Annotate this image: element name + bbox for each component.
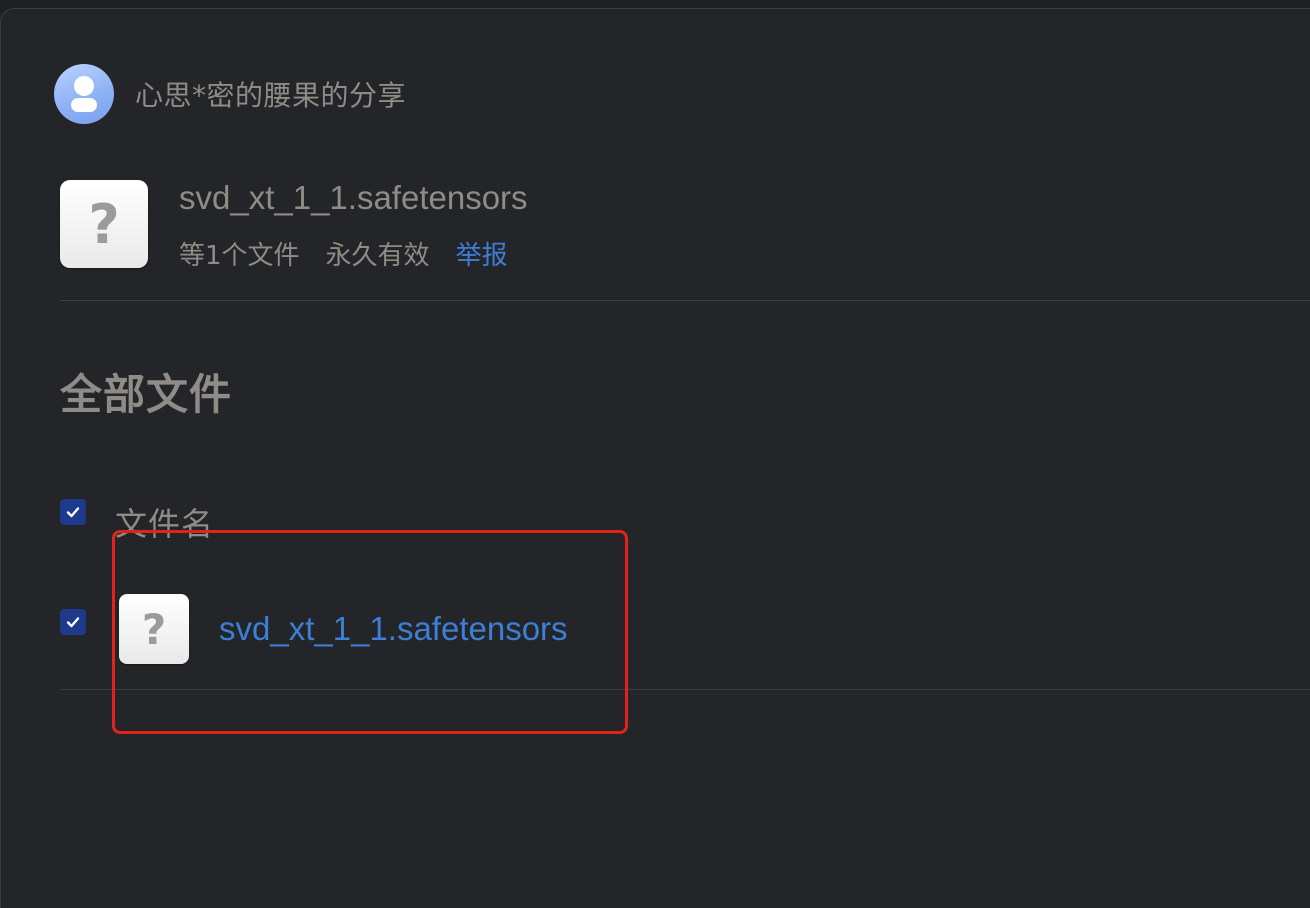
unknown-file-icon: ? bbox=[60, 180, 148, 268]
check-icon bbox=[66, 507, 80, 518]
sharer-name: 心思*密的腰果的分享 bbox=[135, 79, 407, 112]
select-all-checkbox[interactable] bbox=[60, 499, 86, 525]
user-avatar-icon[interactable] bbox=[54, 64, 114, 124]
row-checkbox[interactable] bbox=[60, 609, 86, 635]
divider bbox=[60, 300, 1310, 301]
report-link[interactable]: 举报 bbox=[456, 235, 508, 272]
share-meta: 等1个文件 永久有效 举报 bbox=[179, 235, 508, 272]
section-title: 全部文件 bbox=[60, 370, 233, 419]
validity-label: 永久有效 bbox=[325, 241, 430, 271]
file-count: 等1个文件 bbox=[179, 241, 300, 271]
sharer-info: 心思*密的腰果的分享 bbox=[54, 64, 406, 124]
annotation-highlight-box bbox=[112, 530, 628, 734]
check-icon bbox=[66, 617, 80, 628]
share-panel: 心思*密的腰果的分享 ? svd_xt_1_1.safetensors 等1个文… bbox=[0, 8, 1310, 908]
share-title: svd_xt_1_1.safetensors bbox=[179, 179, 528, 216]
question-mark-icon: ? bbox=[88, 192, 120, 256]
